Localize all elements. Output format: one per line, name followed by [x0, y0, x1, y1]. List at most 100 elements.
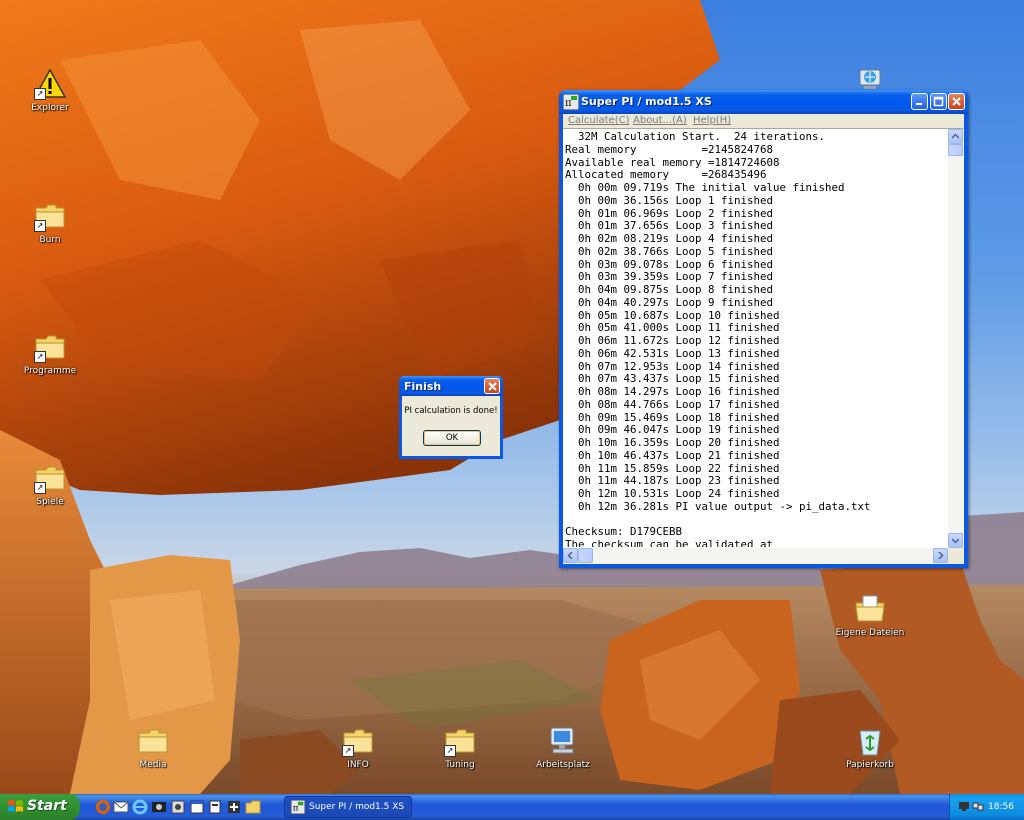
desktop-icon-label: Programme: [23, 366, 77, 376]
shortcut-arrow-icon: ↗: [34, 482, 46, 494]
desktop-icon-burn[interactable]: ↗ Burn: [10, 200, 90, 245]
svg-text:π: π: [293, 804, 299, 814]
arrow-down-icon: [952, 538, 959, 544]
scroll-thumb[interactable]: [948, 144, 963, 156]
desktop-icon-tuning[interactable]: ↗ Tuning: [420, 725, 500, 770]
superpi-window: π Super PI / mod1.5 XS Calculate(C) Abou…: [559, 90, 968, 568]
dialog-close-button[interactable]: [484, 378, 500, 394]
desktop-icon-label: Papierkorb: [846, 760, 894, 770]
warning-icon: ↗: [34, 68, 66, 100]
folder-icon: [137, 725, 169, 757]
menu-help[interactable]: Help(H): [693, 115, 731, 126]
desktop-icon-label: Burn: [39, 235, 61, 245]
desktop-icon-eigene-dateien[interactable]: Eigene Dateien: [830, 593, 910, 638]
system-tray: 18:56: [949, 794, 1024, 820]
shortcut-arrow-icon: ↗: [444, 745, 456, 757]
superpi-titlebar[interactable]: π Super PI / mod1.5 XS: [559, 90, 968, 114]
desktop-icon-arbeitsplatz[interactable]: Arbeitsplatz: [523, 725, 603, 770]
output-line: 0h 12m 10.531s Loop 24 finished: [565, 487, 780, 500]
minimize-button[interactable]: [911, 93, 928, 110]
superpi-app-icon: π: [291, 800, 305, 814]
app-icon[interactable]: [170, 799, 186, 815]
explorer-icon[interactable]: [245, 799, 261, 815]
tray-monitor-icon[interactable]: [958, 800, 970, 812]
desktop-icon-papierkorb[interactable]: Papierkorb: [830, 725, 910, 770]
output-line: 0h 02m 38.766s Loop 5 finished: [565, 244, 774, 258]
start-button[interactable]: Start: [0, 794, 80, 820]
desktop-icon-label: Explorer: [31, 103, 69, 113]
superpi-app-icon: π: [563, 94, 579, 110]
close-button[interactable]: [948, 93, 965, 110]
output-line: 0h 04m 09.875s Loop 8 finished: [565, 283, 774, 296]
taskbar-button-label: Super PI / mod1.5 XS: [309, 802, 405, 812]
dialog-titlebar[interactable]: Finish: [399, 376, 503, 396]
scroll-left-button[interactable]: [563, 548, 578, 563]
menu-calculate[interactable]: Calculate(C): [568, 115, 630, 126]
minimize-icon: [916, 103, 922, 105]
outlook-icon[interactable]: [113, 799, 129, 815]
dialog-body: PI calculation is done! OK: [402, 396, 500, 456]
folder-icon: ↗: [444, 725, 476, 757]
firefox-icon[interactable]: [95, 799, 111, 815]
shortcut-arrow-icon: ↗: [34, 88, 46, 100]
folder-icon: ↗: [342, 725, 374, 757]
ie-icon[interactable]: [132, 799, 148, 815]
shortcut-arrow-icon: ↗: [34, 220, 46, 232]
close-icon: [952, 97, 961, 106]
desktop-icon-label: Arbeitsplatz: [536, 760, 590, 770]
finish-dialog: Finish PI calculation is done! OK: [399, 376, 503, 459]
output-line: 0h 08m 44.766s Loop 17 finished: [565, 397, 780, 411]
desktop-icon-label: Eigene Dateien: [835, 628, 905, 638]
scroll-up-button[interactable]: [948, 129, 963, 144]
window-icon[interactable]: [189, 799, 205, 815]
close-icon: [488, 382, 497, 391]
dialog-message: PI calculation is done!: [404, 406, 498, 416]
desktop-icon-label: Tuning: [445, 760, 475, 770]
window-title: Super PI / mod1.5 XS: [581, 95, 712, 108]
output-text[interactable]: 32M Calculation Start. 24 iterations. Rea…: [565, 131, 947, 547]
desktop-icon-label: INFO: [347, 760, 369, 770]
maximize-icon: [933, 96, 944, 107]
vertical-scrollbar[interactable]: [948, 129, 964, 548]
desktop-icon-spiele[interactable]: ↗ Spiele: [10, 462, 90, 507]
media-icon[interactable]: [151, 799, 167, 815]
network-icon[interactable]: [226, 799, 242, 815]
ok-button[interactable]: OK: [423, 430, 481, 446]
documents-folder-icon: [854, 593, 886, 625]
scroll-down-button[interactable]: [948, 533, 963, 548]
folder-icon: ↗: [34, 200, 66, 232]
hscroll-thumb[interactable]: [578, 548, 593, 563]
maximize-button[interactable]: [930, 93, 947, 110]
output-line: 0h 10m 16.359s Loop 20 finished: [565, 436, 780, 449]
output-line: Real memory =2145824768: [565, 142, 774, 156]
windows-logo-icon: [8, 800, 23, 812]
output-line: 0h 00m 09.719s The initial value finishe…: [565, 181, 845, 194]
shortcut-arrow-icon: ↗: [34, 351, 46, 363]
output-line: 0h 06m 11.672s Loop 12 finished: [565, 334, 780, 347]
dialog-title: Finish: [404, 380, 442, 393]
clock[interactable]: 18:56: [988, 802, 1014, 812]
menu-about[interactable]: About...(A): [633, 115, 687, 126]
app2-icon[interactable]: [207, 799, 223, 815]
desktop-icon-label: Spiele: [36, 497, 64, 507]
desktop-icon-explorer[interactable]: ↗ Explorer: [10, 68, 90, 113]
scroll-corner: [948, 548, 964, 564]
folder-icon: ↗: [34, 462, 66, 494]
output-line: 0h 04m 40.297s Loop 9 finished: [565, 295, 774, 309]
desktop-icon-programme[interactable]: ↗ Programme: [10, 331, 90, 376]
taskbar: Start π Super PI / mod1.5 XS 18:56: [0, 794, 1024, 820]
menubar: Calculate(C) About...(A) Help(H): [563, 114, 964, 128]
arrow-left-icon: [567, 552, 573, 559]
desktop-icon-info[interactable]: ↗ INFO: [318, 725, 398, 770]
output-area: 32M Calculation Start. 24 iterations. Rea…: [563, 128, 964, 564]
output-line: 0h 02m 08.219s Loop 4 finished: [565, 232, 774, 245]
horizontal-scrollbar[interactable]: [563, 548, 948, 564]
scroll-right-button[interactable]: [933, 548, 948, 563]
tray-network-icon[interactable]: [972, 800, 984, 812]
start-label: Start: [27, 798, 67, 814]
recycle-bin-icon: [854, 725, 886, 757]
folder-icon: ↗: [34, 331, 66, 363]
taskbar-button-superpi[interactable]: π Super PI / mod1.5 XS: [284, 796, 412, 818]
desktop-icon-media[interactable]: Media: [113, 725, 193, 770]
output-line: 0h 00m 36.156s Loop 1 finished: [565, 193, 774, 207]
